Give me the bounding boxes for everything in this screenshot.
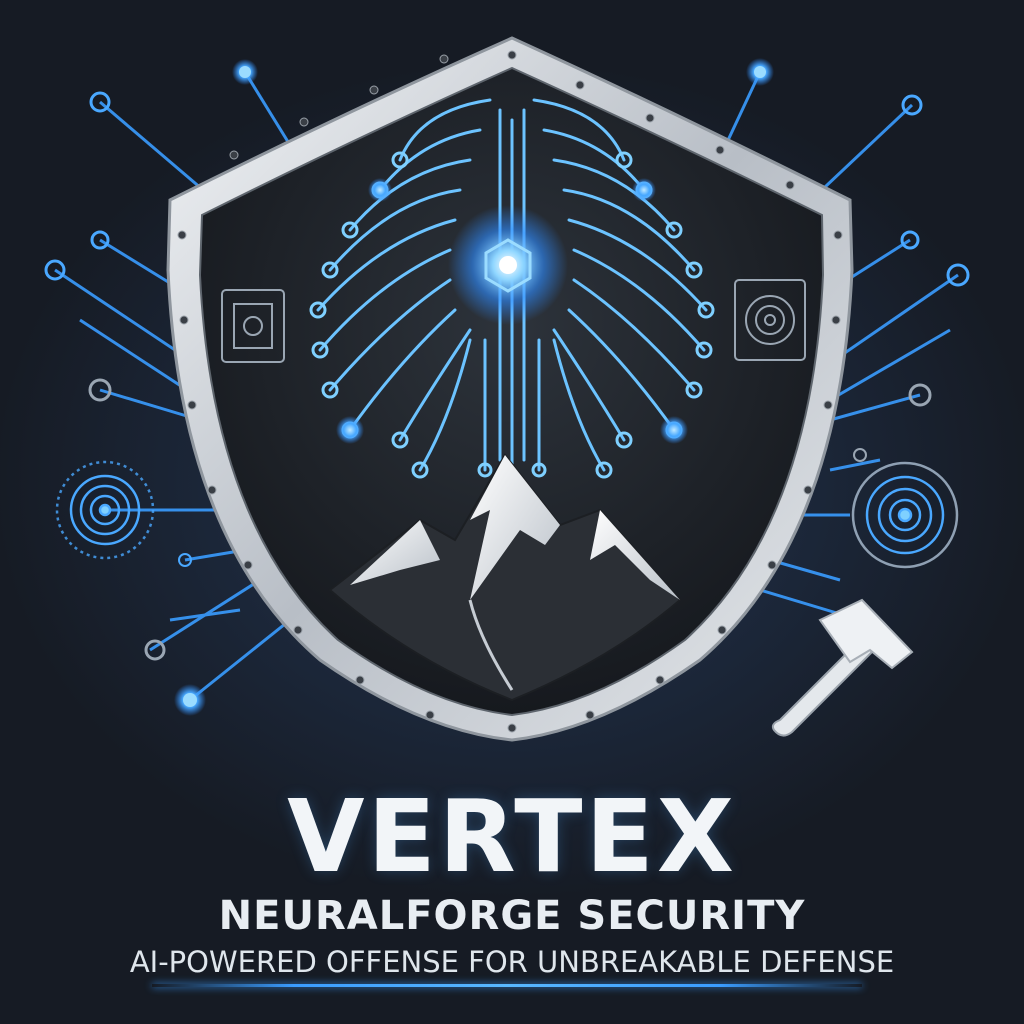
brand-title: VERTEX: [287, 778, 737, 895]
glow-underline: [152, 984, 862, 987]
brain-core-glow: [448, 205, 568, 325]
brand-subtitle: NEURALFORGE SECURITY: [218, 893, 806, 939]
fingerprint-icon: [851, 461, 959, 569]
brand-tagline: AI-POWERED OFFENSE FOR UNBREAKABLE DEFEN…: [129, 945, 895, 979]
hammer-icon: [771, 598, 914, 737]
logo-canvas: VERTEX NEURALFORGE SECURITY AI-POWERED O…: [0, 0, 1024, 1024]
fingerprint-icon: [55, 460, 155, 560]
